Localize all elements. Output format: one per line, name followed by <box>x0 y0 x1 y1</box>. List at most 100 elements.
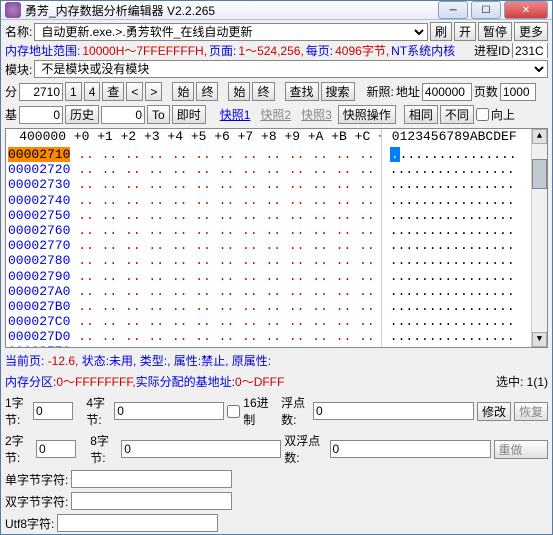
modify-button[interactable]: 修改 <box>477 402 511 421</box>
scroll-thumb[interactable] <box>532 159 547 189</box>
hex-row[interactable]: 000027A0 .. .. .. .. .. .. .. .. .. .. .… <box>6 284 381 299</box>
btn-prev[interactable]: < <box>126 82 143 101</box>
address-cell[interactable]: 00002780 <box>8 253 70 268</box>
hex-row[interactable]: 000027B0 .. .. .. .. .. .. .. .. .. .. .… <box>6 299 381 314</box>
hex-bytes[interactable]: .. .. .. .. .. .. .. .. .. .. .. .. .. .… <box>70 193 381 208</box>
hex-bytes[interactable]: .. .. .. .. .. .. .. .. .. .. .. .. .. .… <box>70 177 381 192</box>
process-select[interactable]: 自动更新.exe.>.勇芳软件_在线自动更新 <box>34 23 428 41</box>
ascii-row[interactable]: ................ <box>382 208 531 223</box>
history-button[interactable]: 历史 <box>65 105 99 124</box>
snapshot1-link[interactable]: 快照1 <box>216 105 255 124</box>
hex-bytes[interactable]: .. .. .. .. .. .. .. .. .. .. .. .. .. .… <box>70 329 381 344</box>
address-cell[interactable]: 000027C0 <box>8 314 70 329</box>
ascii-row[interactable]: ................ <box>382 223 531 238</box>
more-button[interactable]: 更多 <box>514 22 548 41</box>
ascii-row[interactable]: ................ <box>382 344 531 347</box>
hex-row[interactable]: 00002780 .. .. .. .. .. .. .. .. .. .. .… <box>6 253 381 268</box>
ascii-row[interactable]: ................ <box>382 193 531 208</box>
address-cell[interactable]: 000027E0 <box>8 344 70 347</box>
address-cell[interactable]: 00002750 <box>8 208 70 223</box>
maximize-button[interactable]: ☐ <box>471 1 501 19</box>
address-cell[interactable]: 00002740 <box>8 193 70 208</box>
hex-bytes[interactable]: .. .. .. .. .. .. .. .. .. .. .. .. .. .… <box>70 269 381 284</box>
hex-bytes[interactable]: .. .. .. .. .. .. .. .. .. .. .. .. .. .… <box>70 253 381 268</box>
2byte-field[interactable] <box>36 440 76 458</box>
hex-row[interactable]: 00002740 .. .. .. .. .. .. .. .. .. .. .… <box>6 193 381 208</box>
btn-cha[interactable]: 查 <box>102 82 124 101</box>
find-button[interactable]: 查找 <box>285 82 319 101</box>
ascii-row[interactable]: ................ <box>382 299 531 314</box>
hex-row[interactable]: 00002760 .. .. .. .. .. .. .. .. .. .. .… <box>6 223 381 238</box>
ascii-row[interactable]: ................ <box>382 284 531 299</box>
dbyte-field[interactable] <box>71 492 232 510</box>
hex-row[interactable]: 00002720 .. .. .. .. .. .. .. .. .. .. .… <box>6 162 381 177</box>
hex16-checkbox[interactable] <box>227 405 240 418</box>
address-cell[interactable]: 00002720 <box>8 162 70 177</box>
1byte-field[interactable] <box>33 402 73 420</box>
history-field[interactable] <box>101 106 145 124</box>
hex-bytes[interactable]: .. .. .. .. .. .. .. .. .. .. .. .. .. .… <box>70 314 381 329</box>
btn-end1[interactable]: 终 <box>196 82 218 101</box>
hex-bytes[interactable]: .. .. .. .. .. .. .. .. .. .. .. .. .. .… <box>70 162 381 177</box>
hex-bytes[interactable]: .. .. .. .. .. .. .. .. .. .. .. .. .. .… <box>70 299 381 314</box>
btn-start1[interactable]: 始 <box>172 82 194 101</box>
addr-field[interactable] <box>422 83 472 101</box>
to-button[interactable]: To <box>147 105 170 124</box>
diff-button[interactable]: 不同 <box>440 105 474 124</box>
address-cell[interactable]: 00002760 <box>8 223 70 238</box>
btn-1[interactable]: 1 <box>65 82 82 101</box>
scroll-up-icon[interactable]: ▲ <box>532 129 547 144</box>
snapshot2-link[interactable]: 快照2 <box>256 105 295 124</box>
address-cell[interactable]: 000027A0 <box>8 284 70 299</box>
pagecount-field[interactable] <box>500 83 536 101</box>
ascii-row[interactable]: ................ <box>382 162 531 177</box>
hex-bytes[interactable]: .. .. .. .. .. .. .. .. .. .. .. .. .. .… <box>70 284 381 299</box>
refresh-button[interactable]: 刷 <box>430 22 452 41</box>
module-select[interactable]: 不是模块或没有模块 <box>34 60 548 78</box>
btn-start2[interactable]: 始 <box>228 82 250 101</box>
scroll-down-icon[interactable]: ▼ <box>532 332 547 347</box>
hex-row[interactable]: 00002770 .. .. .. .. .. .. .. .. .. .. .… <box>6 238 381 253</box>
address-cell[interactable]: 00002770 <box>8 238 70 253</box>
btn-end2[interactable]: 终 <box>252 82 274 101</box>
open-button[interactable]: 开 <box>454 22 476 41</box>
hex-row[interactable]: 00002790 .. .. .. .. .. .. .. .. .. .. .… <box>6 269 381 284</box>
hex-bytes[interactable]: .. .. .. .. .. .. .. .. .. .. .. .. .. .… <box>70 238 381 253</box>
ascii-row[interactable]: ................ <box>382 269 531 284</box>
ascii-row[interactable]: ................ <box>382 329 531 344</box>
ascii-row[interactable]: ................ <box>382 147 531 162</box>
hex-row[interactable]: 00002750 .. .. .. .. .. .. .. .. .. .. .… <box>6 208 381 223</box>
hex-row[interactable]: 000027D0 .. .. .. .. .. .. .. .. .. .. .… <box>6 329 381 344</box>
restore-button[interactable]: 恢复 <box>514 402 548 421</box>
snapshot-ops-button[interactable]: 快照操作 <box>338 105 396 124</box>
4byte-field[interactable] <box>114 402 224 420</box>
address-cell[interactable]: 000027D0 <box>8 329 70 344</box>
btn-4[interactable]: 4 <box>84 82 101 101</box>
address-cell[interactable]: 00002710 <box>8 147 70 162</box>
hex-bytes[interactable]: .. .. .. .. .. .. .. .. .. .. .. .. .. .… <box>70 344 381 347</box>
ascii-row[interactable]: ................ <box>382 253 531 268</box>
ascii-row[interactable]: ................ <box>382 177 531 192</box>
up-checkbox[interactable] <box>476 108 489 121</box>
search-button[interactable]: 搜索 <box>321 82 355 101</box>
same-button[interactable]: 相同 <box>404 105 438 124</box>
btn-next[interactable]: > <box>145 82 162 101</box>
hex-row[interactable]: 000027C0 .. .. .. .. .. .. .. .. .. .. .… <box>6 314 381 329</box>
ascii-row[interactable]: ................ <box>382 238 531 253</box>
address-cell[interactable]: 00002730 <box>8 177 70 192</box>
utf8-field[interactable] <box>57 514 218 532</box>
sbyte-field[interactable] <box>71 470 232 488</box>
minimize-button[interactable]: ─ <box>438 1 468 19</box>
close-button[interactable]: ✕ <box>504 1 548 19</box>
snapshot3-link[interactable]: 快照3 <box>297 105 336 124</box>
fen-field[interactable] <box>19 83 63 101</box>
ji-field[interactable] <box>19 106 63 124</box>
ascii-row[interactable]: ................ <box>382 314 531 329</box>
hex-row[interactable]: 000027E0 .. .. .. .. .. .. .. .. .. .. .… <box>6 344 381 347</box>
address-cell[interactable]: 000027B0 <box>8 299 70 314</box>
hex-row[interactable]: 00002730 .. .. .. .. .. .. .. .. .. .. .… <box>6 177 381 192</box>
8byte-field[interactable] <box>121 440 281 458</box>
hex-scrollbar[interactable]: ▲ ▼ <box>531 129 547 347</box>
double-field[interactable] <box>330 440 491 458</box>
float-field[interactable] <box>313 402 474 420</box>
